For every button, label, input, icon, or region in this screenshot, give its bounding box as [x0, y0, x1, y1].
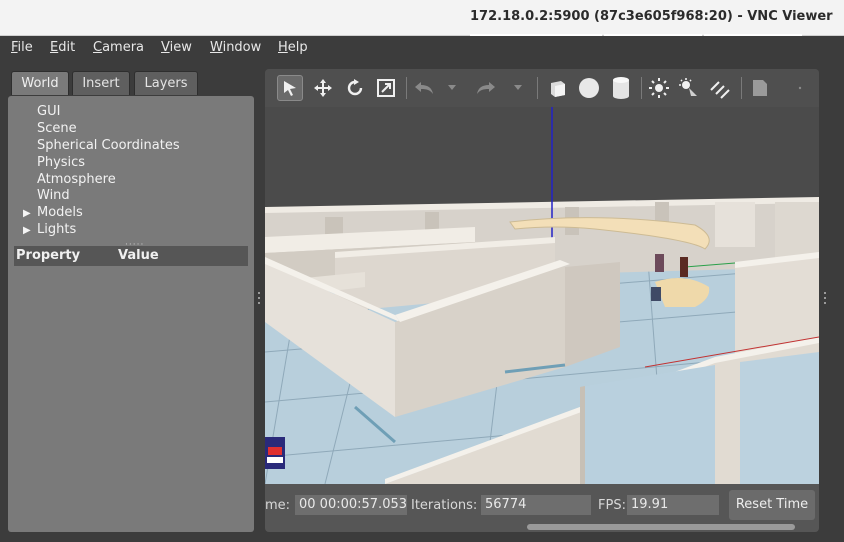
person-model [680, 257, 688, 277]
menu-help-label: elp [287, 40, 308, 55]
window-title: 172.18.0.2:5900 (87c3e605f968:20) - VNC … [470, 9, 833, 24]
menu-view-mnemonic: V [161, 40, 170, 55]
point-light-icon[interactable] [646, 75, 672, 101]
iterations-field: 56774 [481, 495, 591, 515]
menu-help[interactable]: Help [278, 40, 308, 55]
menu-view[interactable]: View [161, 40, 192, 55]
robot-model [265, 437, 285, 469]
translate-icon[interactable] [310, 75, 336, 101]
iterations-label: Iterations: [411, 498, 478, 513]
time-status-bar: me: 00 00:00:57.053 Iterations: 56774 FP… [265, 484, 819, 532]
scene-panel: me: 00 00:00:57.053 Iterations: 56774 FP… [265, 69, 819, 532]
toolbar-separator [741, 77, 742, 99]
menu-camera[interactable]: Camera [93, 40, 144, 55]
directional-light-icon[interactable] [707, 75, 733, 101]
menu-edit-mnemonic: E [50, 40, 59, 55]
toolbar-overflow-icon[interactable] [793, 75, 807, 101]
menu-window-label: indow [222, 40, 262, 55]
menu-edit[interactable]: Edit [50, 40, 75, 55]
redo-dropdown-icon[interactable] [511, 75, 525, 101]
menu-window-mnemonic: W [210, 40, 223, 55]
toolbar-separator [537, 77, 538, 99]
panel-resize-handle[interactable] [258, 292, 261, 308]
world-panel: GUI Scene Spherical Coordinates Physics … [8, 96, 254, 532]
menu-camera-mnemonic: C [93, 40, 103, 55]
menu-help-mnemonic: H [278, 40, 288, 55]
menubar: File Edit Camera View Window Help [0, 36, 844, 60]
sim-time-label: me: [265, 498, 291, 513]
toolbar-separator [406, 77, 407, 99]
scene-render[interactable] [265, 107, 819, 484]
panel-resize-handle[interactable] [824, 292, 827, 308]
tree-item-spherical-coordinates[interactable]: Spherical Coordinates [37, 138, 180, 153]
chair-model [651, 287, 661, 301]
sphere-icon[interactable] [576, 75, 602, 101]
undo-icon[interactable] [411, 75, 437, 101]
menu-window[interactable]: Window [210, 40, 261, 55]
tree-item-gui[interactable]: GUI [37, 104, 60, 119]
tree-item-physics[interactable]: Physics [37, 155, 85, 170]
expand-arrow-icon[interactable]: ▶ [23, 225, 31, 236]
tab-world[interactable]: World [11, 71, 69, 95]
menu-edit-label: dit [58, 40, 76, 55]
window-titlebar: 172.18.0.2:5900 (87c3e605f968:20) - VNC … [0, 0, 844, 36]
tree-item-atmosphere[interactable]: Atmosphere [37, 172, 116, 187]
redo-icon[interactable] [473, 75, 499, 101]
cylinder-icon[interactable] [608, 75, 634, 101]
menu-camera-label: amera [102, 40, 145, 55]
spot-light-icon[interactable] [676, 75, 702, 101]
rotate-icon[interactable] [342, 75, 368, 101]
tree-item-scene[interactable]: Scene [37, 121, 77, 136]
tab-layers[interactable]: Layers [134, 71, 198, 95]
fps-label: FPS: [598, 498, 626, 513]
expand-arrow-icon[interactable]: ▶ [23, 208, 31, 219]
property-header: Property Value [14, 246, 248, 266]
property-column-header: Property [16, 248, 81, 263]
menu-file-label: ile [17, 40, 33, 55]
person-model [655, 254, 664, 272]
screenshot-icon[interactable] [747, 75, 773, 101]
box-icon[interactable] [545, 75, 571, 101]
select-arrow-icon[interactable] [277, 75, 303, 101]
reset-time-button[interactable]: Reset Time [729, 490, 815, 520]
toolbar-separator [641, 77, 642, 99]
scale-icon[interactable] [373, 75, 399, 101]
fps-field: 19.91 [627, 495, 719, 515]
tree-item-wind[interactable]: Wind [37, 188, 70, 203]
sim-time-field: 00 00:00:57.053 [295, 495, 407, 515]
menu-file[interactable]: File [11, 40, 33, 55]
3d-viewport[interactable] [265, 107, 819, 484]
tree-item-models[interactable]: Models [37, 205, 83, 220]
tab-insert[interactable]: Insert [72, 71, 130, 95]
scene-toolbar [265, 69, 819, 107]
horizontal-scrollbar[interactable] [527, 524, 795, 530]
tree-item-lights[interactable]: Lights [37, 222, 76, 237]
undo-dropdown-icon[interactable] [445, 75, 459, 101]
menu-view-label: iew [169, 40, 192, 55]
value-column-header: Value [118, 248, 159, 263]
